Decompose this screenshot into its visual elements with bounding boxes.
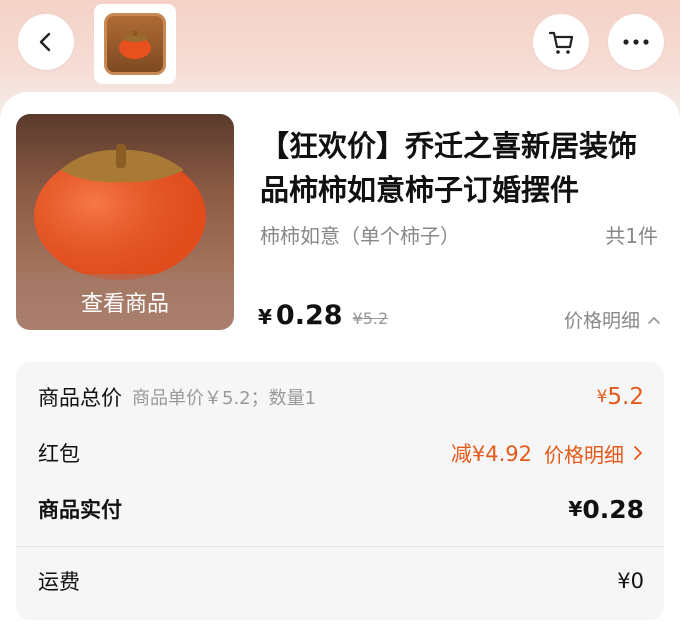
red-packet-detail-link[interactable]: 价格明细 bbox=[544, 439, 644, 468]
chevron-up-icon bbox=[648, 316, 660, 324]
price-summary: 商品总价 商品单价￥5.2；数量1 ¥ 5.2 红包 减¥4.92 价格明细 商… bbox=[16, 362, 664, 620]
total-price-value: ¥ 5.2 bbox=[597, 384, 644, 410]
total-price-sub: 商品单价￥5.2；数量1 bbox=[132, 388, 317, 409]
total-currency: ¥ bbox=[596, 387, 608, 407]
chevron-right-icon bbox=[634, 446, 643, 460]
back-button[interactable] bbox=[18, 14, 74, 70]
total-price-row: 商品总价 商品单价￥5.2；数量1 ¥ 5.2 bbox=[38, 382, 644, 412]
paid-row: 商品实付 ¥ 0.28 bbox=[38, 494, 644, 524]
chevron-left-icon bbox=[39, 32, 51, 52]
shipping-label: 运费 bbox=[38, 570, 80, 594]
cart-icon bbox=[548, 31, 574, 54]
total-value: 5.2 bbox=[607, 384, 644, 410]
price-value: 0.28 bbox=[275, 300, 343, 331]
product-title: 【狂欢价】乔迁之喜新居装饰品柿柿如意柿子订婚摆件 bbox=[260, 129, 638, 207]
summary-divider bbox=[16, 546, 664, 547]
product-sku: 柿柿如意（单个柿子） bbox=[260, 224, 460, 248]
price-detail-toggle[interactable]: 价格明细 bbox=[564, 306, 662, 333]
red-packet-row: 红包 减¥4.92 价格明细 bbox=[38, 438, 644, 468]
red-packet-value: 减¥4.92 bbox=[450, 442, 532, 466]
shop-thumbnail-image bbox=[104, 13, 166, 75]
price-currency: ¥ bbox=[258, 305, 272, 329]
paid-currency: ¥ bbox=[568, 497, 583, 521]
product-image[interactable]: 查看商品 bbox=[16, 114, 234, 330]
more-button[interactable] bbox=[608, 14, 664, 70]
price-detail-label: 价格明细 bbox=[563, 310, 640, 332]
paid-value: 0.28 bbox=[582, 494, 644, 524]
shipping-value: ¥0 bbox=[617, 569, 644, 593]
shipping-row: 运费 ¥0 bbox=[38, 566, 644, 596]
red-packet-detail-label: 价格明细 bbox=[544, 442, 624, 467]
view-product-label[interactable]: 查看商品 bbox=[16, 274, 234, 330]
cart-button[interactable] bbox=[533, 14, 589, 70]
price-row: ¥ 0.28 ¥5.2 bbox=[258, 300, 388, 331]
original-price: ¥5.2 bbox=[352, 309, 389, 328]
total-price-label: 商品总价 bbox=[38, 386, 122, 410]
red-packet-value-group: 减¥4.92 价格明细 bbox=[451, 438, 644, 468]
paid-value-group: ¥ 0.28 bbox=[568, 495, 644, 524]
more-dots-icon bbox=[623, 39, 649, 45]
product-quantity: 共1件 bbox=[605, 224, 658, 248]
paid-label: 商品实付 bbox=[38, 498, 122, 522]
red-packet-label: 红包 bbox=[38, 442, 80, 466]
shop-thumbnail[interactable] bbox=[94, 4, 176, 84]
